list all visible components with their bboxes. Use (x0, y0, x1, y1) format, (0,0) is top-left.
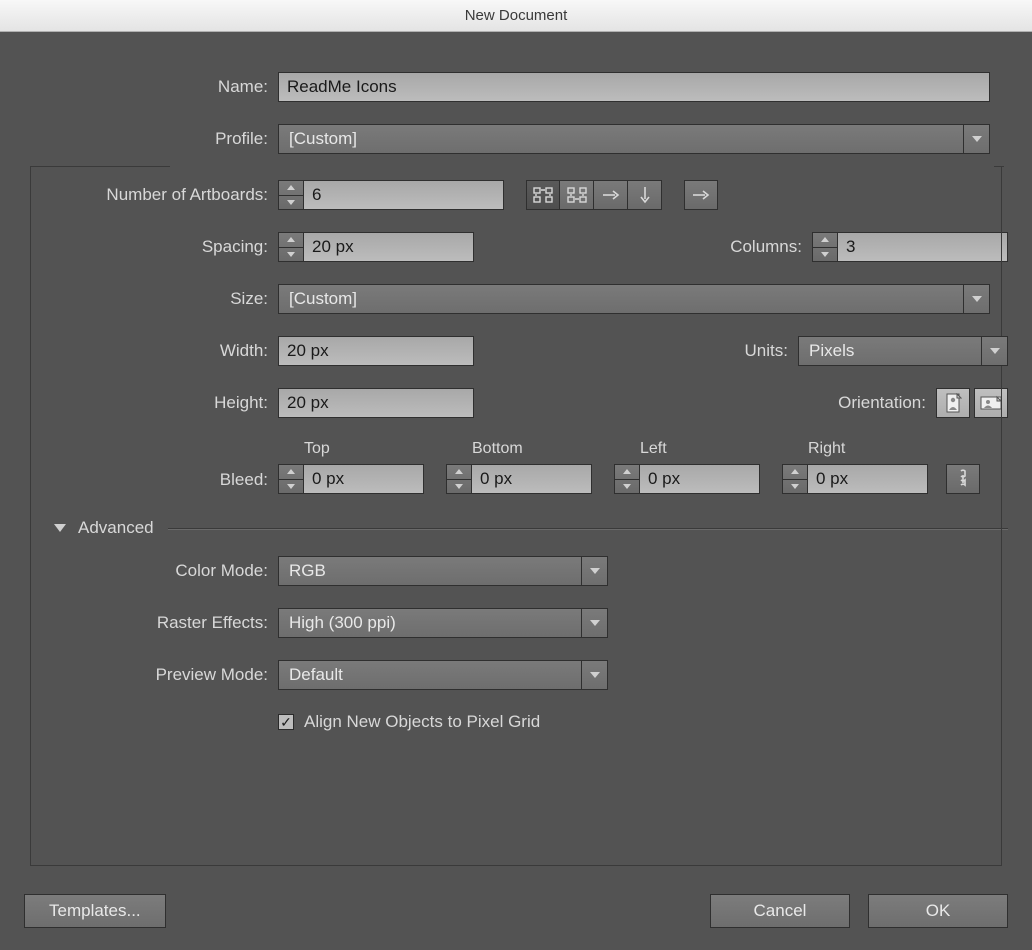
profile-label: Profile: (24, 129, 278, 149)
ok-button[interactable]: OK (868, 894, 1008, 928)
profile-dropdown[interactable]: [Custom] (278, 124, 990, 154)
profile-value: [Custom] (289, 129, 357, 149)
preview-mode-value: Default (289, 665, 343, 685)
units-dropdown[interactable]: Pixels (798, 336, 1008, 366)
dropdown-arrow-icon (581, 609, 607, 637)
size-value: [Custom] (289, 289, 357, 309)
preview-mode-dropdown[interactable]: Default (278, 660, 608, 690)
group-frame (30, 166, 1002, 866)
dropdown-arrow-icon (963, 125, 989, 153)
dropdown-arrow-icon (981, 337, 1007, 365)
color-mode-dropdown[interactable]: RGB (278, 556, 608, 586)
raster-effects-value: High (300 ppi) (289, 613, 396, 633)
size-dropdown[interactable]: [Custom] (278, 284, 990, 314)
dropdown-arrow-icon (963, 285, 989, 313)
color-mode-value: RGB (289, 561, 326, 581)
name-input[interactable]: ReadMe Icons (278, 72, 990, 102)
templates-button[interactable]: Templates... (24, 894, 166, 928)
units-value: Pixels (809, 341, 854, 361)
cancel-button[interactable]: Cancel (710, 894, 850, 928)
dropdown-arrow-icon (581, 661, 607, 689)
name-label: Name: (24, 77, 278, 97)
raster-effects-dropdown[interactable]: High (300 ppi) (278, 608, 608, 638)
window-title: New Document (0, 0, 1032, 32)
dropdown-arrow-icon (581, 557, 607, 585)
dialog-body: Name: ReadMe Icons Profile: [Custom] Num… (0, 32, 1032, 950)
